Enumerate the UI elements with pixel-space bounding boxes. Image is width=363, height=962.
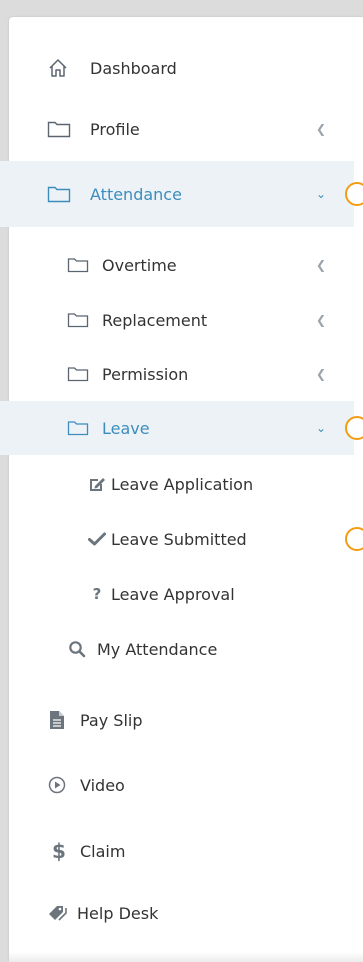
sidebar-item-label: Claim [80, 841, 126, 861]
chevron-left-icon: ❮ [316, 367, 327, 381]
sidebar-item-dashboard[interactable]: Dashboard [0, 45, 354, 91]
chevron-down-icon: ⌄ [316, 187, 327, 201]
sidebar-item-leave-submitted[interactable]: Leave Submitted [0, 517, 363, 561]
sidebar-item-pay-slip[interactable]: Pay Slip [0, 695, 354, 745]
notification-badge [345, 416, 363, 440]
home-icon [47, 58, 69, 78]
sidebar-item-label: Leave Application [111, 474, 254, 494]
chevron-down-icon: ⌄ [316, 421, 327, 435]
sidebar-item-label: Leave [102, 418, 150, 438]
sidebar-item-label: Dashboard [90, 58, 177, 78]
check-icon [87, 532, 107, 546]
sidebar-item-replacement[interactable]: Replacement ❮ [0, 298, 354, 342]
folder-icon [47, 120, 71, 138]
sidebar-item-label: Leave Approval [111, 584, 235, 604]
sidebar-item-label: Attendance [90, 184, 182, 204]
play-circle-icon [47, 776, 67, 794]
panel-bottom-edge [9, 952, 363, 962]
sidebar-item-label: Permission [102, 364, 189, 384]
sidebar-item-label: Replacement [102, 310, 208, 330]
sidebar-item-profile[interactable]: Profile ❮ [0, 106, 354, 152]
sidebar-item-leave[interactable]: Leave ⌄ [0, 401, 363, 455]
search-icon [67, 640, 87, 658]
tag-icon [47, 904, 69, 922]
file-icon [47, 710, 67, 730]
sidebar-item-leave-application[interactable]: Leave Application [0, 462, 354, 506]
folder-icon [67, 312, 89, 328]
chevron-left-icon: ❮ [316, 122, 327, 136]
folder-icon [67, 420, 89, 436]
chevron-left-icon: ❮ [316, 258, 327, 272]
sidebar-item-permission[interactable]: Permission ❮ [0, 352, 354, 396]
question-icon: ? [92, 585, 102, 603]
sidebar-item-label: Profile [90, 119, 140, 139]
sidebar-item-help-desk[interactable]: Help Desk [0, 888, 354, 938]
sidebar-item-label: Overtime [102, 255, 177, 275]
notification-badge [345, 182, 363, 206]
sidebar-item-label: Leave Submitted [111, 529, 247, 549]
edit-icon [87, 476, 107, 492]
sidebar-item-attendance[interactable]: Attendance ⌄ [0, 161, 363, 227]
chevron-left-icon: ❮ [316, 313, 327, 327]
dollar-icon: $ [52, 839, 66, 863]
sidebar-item-overtime[interactable]: Overtime ❮ [0, 243, 354, 287]
folder-icon [67, 257, 89, 273]
folder-icon [47, 185, 71, 203]
folder-icon [67, 366, 89, 382]
sidebar-item-claim[interactable]: $ Claim [0, 826, 354, 876]
sidebar-item-my-attendance[interactable]: My Attendance [0, 627, 354, 671]
notification-badge [345, 527, 363, 551]
sidebar-item-label: Help Desk [77, 903, 159, 923]
sidebar-item-label: Video [80, 775, 125, 795]
sidebar-item-leave-approval[interactable]: ? Leave Approval [0, 572, 354, 616]
sidebar-item-video[interactable]: Video [0, 760, 354, 810]
sidebar-item-label: My Attendance [97, 639, 218, 659]
sidebar-item-label: Pay Slip [80, 710, 143, 730]
